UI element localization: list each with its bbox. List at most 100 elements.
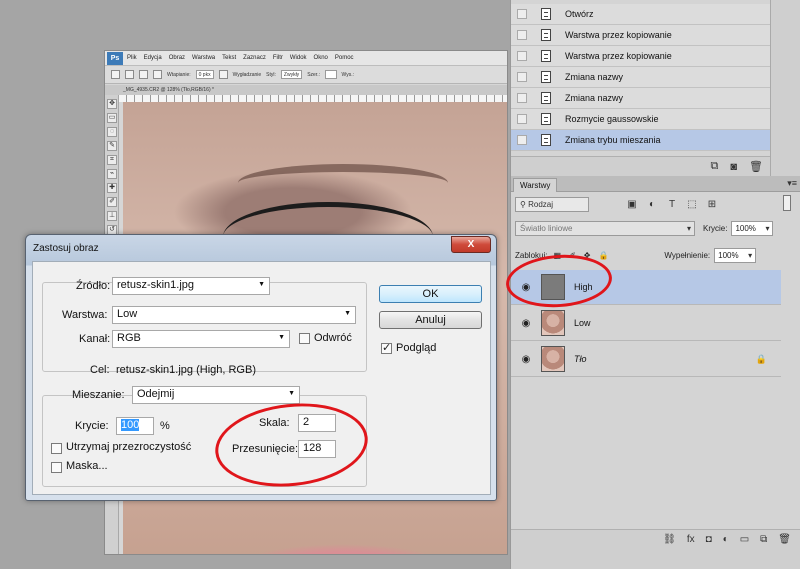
mask-checkbox[interactable] xyxy=(51,462,62,473)
filter-toggle[interactable] xyxy=(783,195,791,211)
preserve-transparency-label: Utrzymaj przezroczystość xyxy=(66,441,192,453)
percent-label: % xyxy=(160,420,170,432)
crop-icon[interactable]: ⌗ xyxy=(107,155,117,165)
document-icon xyxy=(541,71,551,83)
eyedropper-icon[interactable]: ⌁ xyxy=(107,169,117,179)
layer-name[interactable]: Low xyxy=(574,318,591,328)
menu-help[interactable]: Pomoc xyxy=(335,55,354,61)
history-item[interactable]: Zmiana nazwy xyxy=(511,67,771,88)
history-item[interactable]: Warstwa przez kopiowanie xyxy=(511,46,771,67)
layer-thumbnail xyxy=(541,310,565,336)
history-item[interactable]: Otwórz xyxy=(511,4,771,25)
trash-icon[interactable]: 🗑 xyxy=(749,160,763,173)
menu-file[interactable]: Plik xyxy=(127,55,137,61)
menu-layer[interactable]: Warstwa xyxy=(192,55,215,61)
healing-brush-icon[interactable]: ✚ xyxy=(107,183,117,193)
panel-dock-strip xyxy=(770,0,800,176)
document-icon xyxy=(541,8,551,20)
layers-panel: Warstwy ▾≡ ⚲ Rodzaj ▣ ◐ T ⬚ ⊞ Światło li… xyxy=(510,176,800,569)
marquee-icon[interactable]: ▭ xyxy=(107,113,117,123)
smart-object-filter-icon[interactable]: ⊞ xyxy=(705,199,719,210)
lock-all-icon[interactable]: 🔒 xyxy=(598,251,608,260)
new-selection-icon[interactable] xyxy=(125,70,134,79)
menu-select[interactable]: Zaznacz xyxy=(243,55,266,61)
quick-select-icon[interactable]: ✎ xyxy=(107,141,117,151)
new-layer-icon[interactable]: ⧉ xyxy=(760,534,767,545)
fx-icon[interactable]: fx xyxy=(687,534,695,545)
history-item[interactable]: Zmiana nazwy xyxy=(511,88,771,109)
history-snapshot-checkbox[interactable] xyxy=(517,93,527,103)
stamp-icon[interactable]: ⊥ xyxy=(107,211,117,221)
history-item[interactable]: Rozmycie gaussowskie xyxy=(511,109,771,130)
document-tab[interactable]: _MG_4935.CR2 @ 128% (Tło,RGB/16) * xyxy=(105,85,507,95)
filter-kind-select[interactable]: ⚲ Rodzaj xyxy=(515,196,589,212)
tab-layers[interactable]: Warstwy xyxy=(513,178,558,192)
preview-label: Podgląd xyxy=(396,342,437,354)
panel-menu-icon[interactable]: ▾≡ xyxy=(787,178,797,189)
move-tool-icon[interactable]: ✥ xyxy=(107,99,117,109)
history-snapshot-checkbox[interactable] xyxy=(517,51,527,61)
type-filter-icon[interactable]: T xyxy=(665,199,679,210)
brush-icon[interactable]: ✐ xyxy=(107,197,117,207)
menu-type[interactable]: Tekst xyxy=(222,55,236,61)
menu-edit[interactable]: Edycja xyxy=(144,55,162,61)
group-folder-icon[interactable]: ▭ xyxy=(740,534,749,545)
ok-button[interactable]: OK xyxy=(379,285,482,303)
antialias-checkbox[interactable] xyxy=(218,70,228,79)
layer-row-low[interactable]: ◉ Low xyxy=(511,306,781,341)
feather-input[interactable]: 0 pkx xyxy=(195,70,214,79)
fill-input[interactable]: 100% xyxy=(714,247,757,263)
source-label: Źródło: xyxy=(76,280,111,292)
history-snapshot-checkbox[interactable] xyxy=(517,114,527,124)
pixel-filter-icon[interactable]: ▣ xyxy=(625,199,639,210)
marquee-tool-icon[interactable] xyxy=(111,70,120,79)
shape-filter-icon[interactable]: ⬚ xyxy=(685,199,699,210)
menu-filter[interactable]: Filtr xyxy=(273,55,283,61)
layer-name[interactable]: Tło xyxy=(574,354,587,364)
layer-row-background[interactable]: ◉ Tło 🔒 xyxy=(511,342,781,377)
opacity-input[interactable]: 100 xyxy=(116,417,154,435)
history-snapshot-checkbox[interactable] xyxy=(517,30,527,40)
blend-mode-select[interactable]: Światło liniowe xyxy=(515,220,695,236)
width-input[interactable] xyxy=(324,70,337,79)
history-item-selected[interactable]: Zmiana trybu mieszania xyxy=(511,130,771,151)
add-mask-icon[interactable]: ◘ xyxy=(706,534,712,545)
layer-select[interactable]: Low xyxy=(112,306,356,324)
history-snapshot-checkbox[interactable] xyxy=(517,72,527,82)
history-snapshot-checkbox[interactable] xyxy=(517,135,527,145)
add-selection-icon[interactable] xyxy=(139,70,148,79)
eye-icon[interactable]: ◉ xyxy=(520,354,532,365)
opacity-input[interactable]: 100% xyxy=(731,220,774,236)
trash-icon[interactable]: 🗑 xyxy=(778,534,791,545)
close-button[interactable]: X xyxy=(451,236,491,253)
blending-select[interactable]: Odejmij xyxy=(132,386,300,404)
subtract-selection-icon[interactable] xyxy=(153,70,162,79)
layer-thumbnail xyxy=(541,346,565,372)
mask-label: Maska... xyxy=(66,460,108,472)
channel-label: Kanał: xyxy=(79,333,111,345)
preserve-transparency-checkbox[interactable] xyxy=(51,443,62,454)
preview-checkbox[interactable] xyxy=(381,341,392,354)
invert-checkbox[interactable] xyxy=(299,333,310,344)
channel-select[interactable]: RGB xyxy=(112,330,290,348)
lock-icon: 🔒 xyxy=(755,353,767,364)
menu-view[interactable]: Widok xyxy=(290,55,307,61)
adjustment-filter-icon[interactable]: ◐ xyxy=(645,199,659,210)
new-document-from-state-icon[interactable]: ⧉ xyxy=(711,160,719,173)
source-select[interactable]: retusz-skin1.jpg xyxy=(112,277,270,295)
lasso-icon[interactable]: ◌ xyxy=(107,127,117,137)
style-label: Styl: xyxy=(266,71,276,78)
history-item[interactable]: Warstwa przez kopiowanie xyxy=(511,25,771,46)
antialias-label: Wygładzanie xyxy=(232,71,262,78)
camera-snapshot-icon[interactable]: ◙ xyxy=(730,161,737,173)
history-snapshot-checkbox[interactable] xyxy=(517,9,527,19)
adjustment-layer-icon[interactable]: ◐ xyxy=(723,534,729,545)
menu-image[interactable]: Obraz xyxy=(169,55,185,61)
cancel-button[interactable]: Anuluj xyxy=(379,311,482,329)
menu-window[interactable]: Okno xyxy=(314,55,328,61)
link-layers-icon[interactable]: ⛓ xyxy=(663,534,676,545)
eye-icon[interactable]: ◉ xyxy=(520,318,532,329)
style-select[interactable]: Zwykły xyxy=(280,70,303,79)
document-icon xyxy=(541,113,551,125)
invert-label: Odwróć xyxy=(314,332,352,344)
